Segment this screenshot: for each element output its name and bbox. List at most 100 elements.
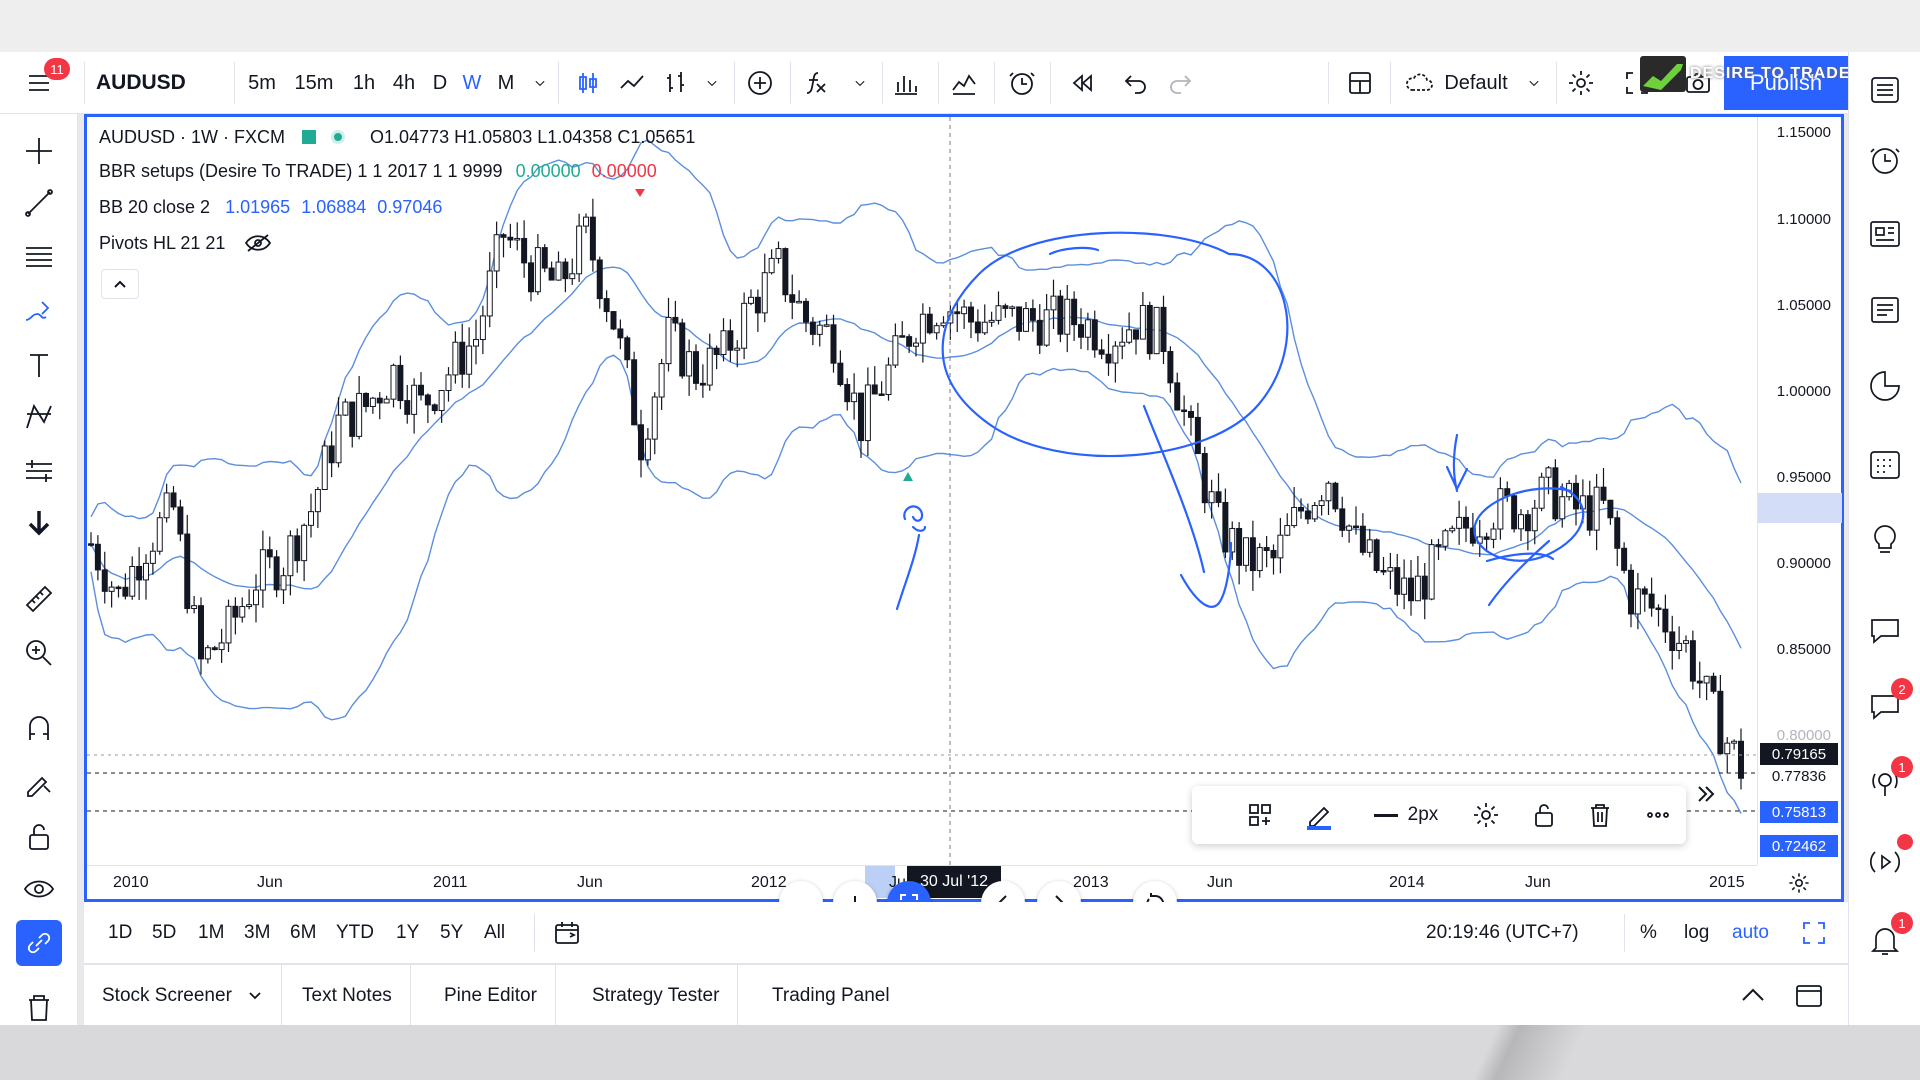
range-1y[interactable]: 1Y xyxy=(396,902,419,964)
trend-line-icon[interactable] xyxy=(16,180,62,226)
maximize-panel-icon[interactable] xyxy=(1794,981,1824,1016)
log-toggle[interactable]: log xyxy=(1684,902,1709,964)
watchlist-icon[interactable] xyxy=(1863,68,1907,112)
symbol-search[interactable]: AUDUSD xyxy=(96,52,186,114)
text-tool-icon[interactable] xyxy=(16,342,62,388)
line-chart-icon[interactable] xyxy=(612,52,652,114)
expand-double-chevron-icon[interactable] xyxy=(1692,780,1720,813)
range-all[interactable]: All xyxy=(484,902,505,964)
line-width-selector[interactable]: 2px xyxy=(1356,792,1456,838)
legend-indicator-bb[interactable]: BB 20 close 2 1.01965 1.06884 0.97046 xyxy=(99,197,442,218)
chevron-down-icon[interactable] xyxy=(1522,52,1546,114)
fib-retracement-icon[interactable] xyxy=(16,234,62,280)
tab-trading-panel[interactable]: Trading Panel xyxy=(754,965,908,1026)
indicators-fx-icon[interactable] xyxy=(796,52,836,114)
templates-grid-icon[interactable] xyxy=(1240,792,1280,838)
interval-w[interactable]: W xyxy=(460,52,484,114)
candles-icon[interactable] xyxy=(568,52,608,114)
magnet-icon[interactable] xyxy=(16,706,62,752)
bars-icon[interactable] xyxy=(656,52,696,114)
interval-15m[interactable]: 15m xyxy=(292,52,336,114)
broadcast-play-icon[interactable] xyxy=(1863,834,1913,884)
lock-drawing-icon[interactable] xyxy=(16,760,62,806)
layout-grid-icon[interactable] xyxy=(1338,52,1382,114)
range-ytd[interactable]: YTD xyxy=(336,902,374,964)
chevron-down-icon[interactable] xyxy=(528,52,552,114)
redo-icon[interactable] xyxy=(1160,52,1200,114)
delete-drawing-icon[interactable] xyxy=(1580,792,1620,838)
candle-body xyxy=(1387,567,1394,572)
chart-pane[interactable]: AUDUSD · 1W · FXCM O1.04773 H1.05803 L1.… xyxy=(84,114,1844,925)
undo-icon[interactable] xyxy=(1116,52,1156,114)
replay-icon[interactable] xyxy=(1062,52,1102,114)
eye-icon[interactable] xyxy=(16,866,62,912)
zoom-in-icon[interactable] xyxy=(16,630,62,676)
range-1d[interactable]: 1D xyxy=(108,902,132,964)
calendar-icon[interactable] xyxy=(1863,442,1907,486)
interval-m[interactable]: M xyxy=(494,52,518,114)
candle-body xyxy=(1373,539,1380,571)
drawing-settings-gear-icon[interactable] xyxy=(1466,792,1506,838)
tab-strategy-tester[interactable]: Strategy Tester xyxy=(574,965,739,1026)
notifications-bell-icon[interactable]: 1 xyxy=(1863,912,1913,962)
brush-icon[interactable] xyxy=(16,288,62,334)
price-tag-crosshair: 0.79165 xyxy=(1760,743,1838,765)
legend-collapse-button[interactable] xyxy=(101,269,139,299)
lock-icon[interactable] xyxy=(16,814,62,860)
alerts-clock-icon[interactable] xyxy=(1863,138,1907,182)
arrow-down-icon[interactable] xyxy=(16,500,62,546)
clock-timezone[interactable]: 20:19:46 (UTC+7) xyxy=(1426,902,1579,964)
percent-toggle[interactable]: % xyxy=(1640,902,1657,964)
layout-name[interactable]: Default xyxy=(1440,52,1512,114)
settings-gear-icon[interactable] xyxy=(1560,52,1602,114)
goto-date-icon[interactable] xyxy=(552,902,582,964)
more-options-icon[interactable] xyxy=(1638,792,1678,838)
range-3m[interactable]: 3M xyxy=(244,902,270,964)
tab-stock-screener[interactable]: Stock Screener xyxy=(84,965,282,1026)
alert-clock-icon[interactable] xyxy=(1002,52,1042,114)
auto-toggle[interactable]: auto xyxy=(1732,902,1769,964)
news-icon[interactable] xyxy=(1863,212,1907,256)
data-window-icon[interactable] xyxy=(1863,288,1907,332)
chevron-down-icon[interactable] xyxy=(700,52,724,114)
range-1m[interactable]: 1M xyxy=(198,902,224,964)
range-6m[interactable]: 6M xyxy=(290,902,316,964)
prediction-icon[interactable] xyxy=(16,448,62,494)
streams-icon[interactable]: 1 xyxy=(1863,756,1913,806)
tab-pine-editor[interactable]: Pine Editor xyxy=(426,965,556,1026)
interval-1h[interactable]: 1h xyxy=(350,52,378,114)
legend-indicator-bbr[interactable]: BBR setups (Desire To TRADE) 1 1 2017 1 … xyxy=(99,161,657,182)
legend-indicator-pivots[interactable]: Pivots HL 21 21 xyxy=(99,233,272,254)
axis-settings-gear-icon[interactable] xyxy=(1787,871,1811,900)
interval-4h[interactable]: 4h xyxy=(390,52,418,114)
maximize-icon[interactable] xyxy=(1800,902,1828,964)
tab-text-notes[interactable]: Text Notes xyxy=(284,965,411,1026)
ruler-icon[interactable] xyxy=(16,576,62,622)
chat-icon[interactable] xyxy=(1863,608,1907,652)
price-axis[interactable]: 1.15000 1.10000 1.05000 1.00000 0.95000 … xyxy=(1757,117,1842,865)
ideas-lightbulb-icon[interactable] xyxy=(1863,518,1907,562)
pattern-icon[interactable] xyxy=(16,394,62,440)
interval-d[interactable]: D xyxy=(430,52,450,114)
chats-icon[interactable]: 2 xyxy=(1863,678,1913,728)
trash-icon[interactable] xyxy=(16,984,62,1030)
range-5d[interactable]: 5D xyxy=(152,902,176,964)
chevron-down-icon[interactable] xyxy=(848,52,872,114)
collapse-panel-icon[interactable] xyxy=(1738,981,1768,1016)
compare-plus-icon[interactable] xyxy=(740,52,780,114)
hotlist-icon[interactable] xyxy=(1863,364,1907,408)
candle-body xyxy=(507,236,514,241)
brush-color-icon[interactable] xyxy=(1298,792,1340,838)
lock-drawing-icon[interactable] xyxy=(1524,792,1564,838)
crosshair-icon[interactable] xyxy=(16,128,62,174)
cloud-icon[interactable] xyxy=(1398,52,1440,114)
price-chart[interactable] xyxy=(87,117,1841,899)
financials-icon[interactable] xyxy=(886,52,926,114)
interval-5m[interactable]: 5m xyxy=(246,52,278,114)
drag-handle-icon[interactable] xyxy=(1200,792,1222,838)
legend-symbol[interactable]: AUDUSD · 1W · FXCM xyxy=(99,127,285,147)
link-icon[interactable] xyxy=(16,920,62,966)
eye-crossed-icon[interactable] xyxy=(244,233,272,253)
range-5y[interactable]: 5Y xyxy=(440,902,463,964)
templates-icon[interactable] xyxy=(944,52,984,114)
